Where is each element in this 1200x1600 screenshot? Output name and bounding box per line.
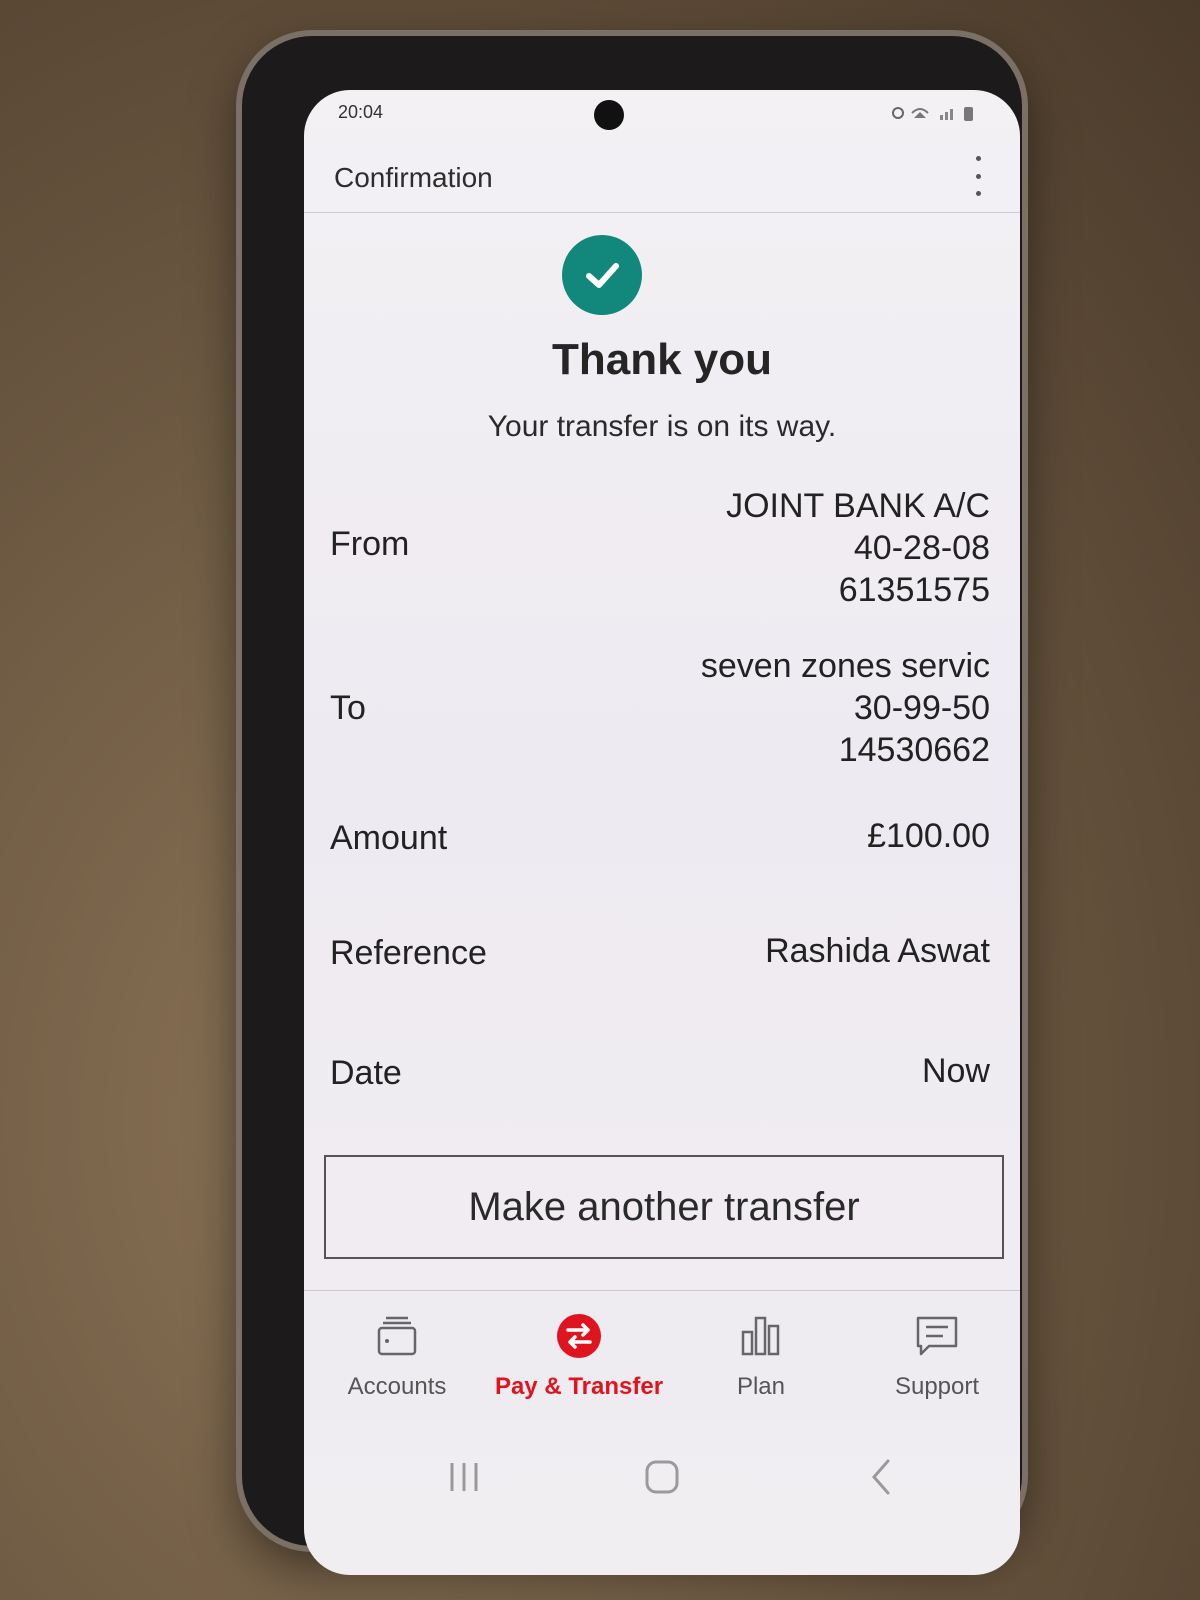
nav-item-accounts[interactable]: Accounts bbox=[312, 1305, 482, 1401]
to-sort-code: 30-99-50 bbox=[853, 689, 990, 727]
screen: 20:04 Confirmation Thank you Your transf… bbox=[304, 90, 1020, 1575]
app-bar: Confirmation bbox=[304, 140, 1020, 213]
to-row: To seven zones servic 30-99-50 14530662 bbox=[330, 645, 990, 775]
amount-value: £100.00 bbox=[867, 817, 990, 855]
more-options-icon[interactable] bbox=[972, 156, 984, 196]
reference-label: Reference bbox=[330, 934, 487, 972]
from-account-number: 61351575 bbox=[838, 571, 990, 609]
from-value: JOINT BANK A/C 40-28-08 61351575 bbox=[726, 485, 990, 611]
from-row: From JOINT BANK A/C 40-28-08 61351575 bbox=[330, 485, 990, 615]
to-value: seven zones servic 30-99-50 14530662 bbox=[701, 645, 990, 771]
from-label: From bbox=[330, 525, 410, 563]
signal-icons bbox=[892, 107, 973, 121]
to-label: To bbox=[330, 689, 366, 727]
bottom-nav: Accounts Pay & Transfer Plan Support bbox=[304, 1290, 1020, 1421]
system-nav-bar bbox=[304, 1435, 1020, 1535]
date-row: Date Now bbox=[330, 1050, 990, 1100]
date-label: Date bbox=[330, 1054, 402, 1092]
wallet-icon bbox=[312, 1305, 482, 1367]
amount-label: Amount bbox=[330, 819, 448, 857]
back-icon[interactable] bbox=[862, 1457, 902, 1502]
amount-row: Amount £100.00 bbox=[330, 815, 990, 865]
nav-label-accounts: Accounts bbox=[347, 1373, 447, 1400]
home-icon[interactable] bbox=[642, 1457, 682, 1502]
from-sort-code: 40-28-08 bbox=[853, 529, 990, 567]
date-value: Now bbox=[921, 1052, 990, 1090]
nav-item-plan[interactable]: Plan bbox=[676, 1305, 846, 1401]
status-time: 20:04 bbox=[338, 102, 384, 122]
to-account-number: 14530662 bbox=[838, 731, 990, 769]
success-check-icon bbox=[562, 235, 642, 315]
status-bar: 20:04 bbox=[304, 90, 1020, 140]
confirmation-message: Your transfer is on its way. bbox=[487, 410, 837, 443]
nav-label-plan: Plan bbox=[736, 1373, 786, 1400]
nav-item-support[interactable]: Support bbox=[852, 1305, 1020, 1401]
status-icons bbox=[890, 104, 980, 125]
page-title: Confirmation bbox=[334, 162, 493, 193]
front-camera bbox=[594, 100, 624, 130]
from-account-name: JOINT BANK A/C bbox=[726, 487, 990, 525]
nav-label-support: Support bbox=[894, 1373, 980, 1400]
chat-icon bbox=[852, 1305, 1020, 1367]
nav-label-pay-transfer: Pay & Transfer bbox=[494, 1373, 664, 1400]
make-another-transfer-button[interactable]: Make another transfer bbox=[324, 1155, 1004, 1259]
reference-value: Rashida Aswat bbox=[765, 932, 990, 970]
transfer-icon bbox=[494, 1305, 664, 1367]
recent-apps-icon[interactable] bbox=[444, 1457, 484, 1502]
bar-chart-icon bbox=[676, 1305, 846, 1367]
confirmation-heading: Thank you bbox=[551, 335, 773, 384]
nav-item-pay-transfer[interactable]: Pay & Transfer bbox=[494, 1305, 664, 1401]
to-payee-name: seven zones servic bbox=[700, 647, 990, 685]
phone-frame: 20:04 Confirmation Thank you Your transf… bbox=[242, 36, 1022, 1575]
reference-row: Reference Rashida Aswat bbox=[330, 930, 990, 980]
